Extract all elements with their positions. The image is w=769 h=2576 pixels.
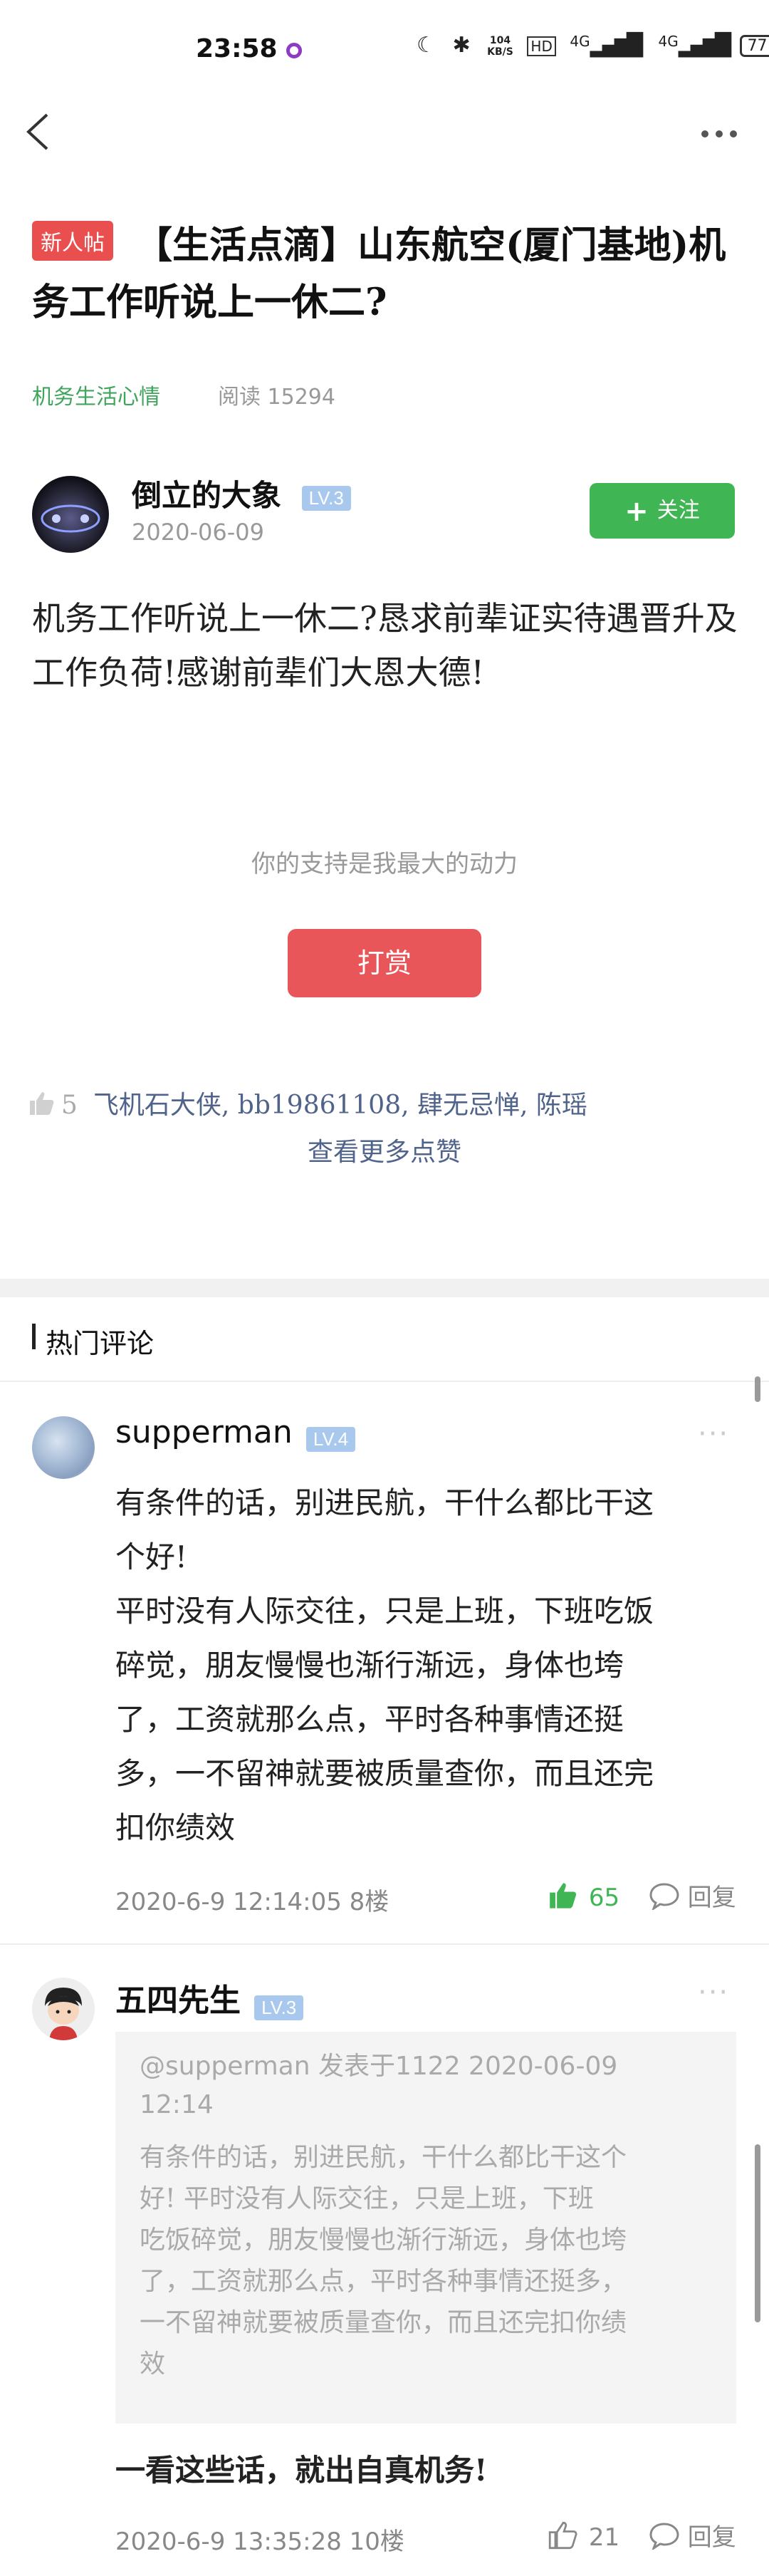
status-icons: ☾ ✱ 104 KB/S HD 4G▂▄▆█ 4G▂▄▆█ 77 [417, 33, 769, 58]
post-title: 【生活点滴】山东航空(厦门基地)机务工作听说上一休二? [32, 224, 726, 324]
author-name[interactable]: 倒立的大象 [132, 478, 281, 513]
scrollbar[interactable] [755, 2144, 760, 2322]
reply-label[interactable]: 回复 [688, 1884, 736, 1912]
hd-icon: HD [527, 36, 556, 56]
post-body: 机务工作听说上一休二?恳求前辈证实待遇晋升及工作负荷!感谢前辈们大恩大德! [32, 599, 738, 692]
divider [0, 1943, 769, 1945]
section-divider [0, 1279, 769, 1297]
thumb-up-icon[interactable] [28, 1091, 56, 1123]
back-arrow-icon[interactable] [20, 110, 63, 153]
section-title-bar [32, 1324, 36, 1349]
read-count: 阅读 15294 [218, 385, 335, 410]
comment-like-count: 65 [588, 1884, 620, 1912]
scrollbar[interactable] [755, 1376, 760, 1402]
author-name-row: 倒立的大象 LV.3 [132, 472, 351, 515]
comment-meta: 2020-6-9 12:14:05 8楼 [115, 1888, 389, 1916]
post-title-block: 【生活点滴】山东航空(厦门基地)机务工作听说上一休二? [32, 217, 737, 331]
divider [0, 1381, 769, 1382]
like-count: 5 [61, 1091, 78, 1120]
commenter-name[interactable]: supperman [115, 1414, 293, 1450]
comment-line: 个好! [115, 1539, 187, 1574]
likers-list[interactable]: 飞机石大侠, bb19861108, 肆无忌惮, 陈瑶 [93, 1091, 587, 1120]
reply-icon[interactable] [649, 1881, 680, 1916]
quote-line: 一不留神就要被质量查你，而且还完扣你绩 [140, 2308, 627, 2337]
support-text: 你的支持是我最大的动力 [251, 850, 518, 878]
comment-more-icon[interactable]: ··· [698, 1418, 729, 1450]
comment-line: 有条件的话，别进民航，干什么都比干这 [115, 1485, 654, 1520]
comment-like-count: 21 [588, 2523, 620, 2552]
quote-line: 好! 平时没有人际交往，只是上班，下班 [140, 2184, 594, 2213]
status-bar: 23:58 ☾ ✱ 104 KB/S HD 4G▂▄▆█ 4G▂▄▆█ 77 [0, 0, 769, 100]
more-dots-icon[interactable] [698, 120, 741, 148]
quote-line: 效 [140, 2349, 166, 2379]
battery-icon: 77 [739, 35, 769, 57]
author-level-badge: LV.3 [301, 485, 351, 511]
commenter-avatar[interactable] [32, 1978, 95, 2040]
commenter-level-badge: LV.3 [254, 1995, 304, 2020]
network-speed: 104 KB/S [487, 34, 513, 58]
comment-body: 有条件的话，别进民航，干什么都比干这 个好! 平时没有人际交往，只是上班，下班吃… [115, 1476, 742, 1855]
reply-icon[interactable] [649, 2521, 680, 2556]
post-date: 2020-06-09 [132, 519, 264, 546]
thumb-up-icon[interactable] [548, 2521, 578, 2556]
new-post-badge: 新人帖 [32, 221, 113, 261]
follow-button[interactable]: + 关注 [590, 483, 735, 539]
quote-line: 吃饭碎觉，朋友慢慢也渐行渐远，身体也垮 [140, 2226, 627, 2255]
reply-label[interactable]: 回复 [688, 2523, 736, 2552]
comment-line: 碎觉，朋友慢慢也渐行渐远，身体也垮 [115, 1648, 624, 1683]
quote-time-line: 12:14 [140, 2090, 214, 2119]
status-time: 23:58 [196, 34, 278, 63]
quote-body: 有条件的话，别进民航，干什么都比干这个 好! 平时没有人际交往，只是上班，下班 … [140, 2137, 723, 2385]
bluetooth-icon: ✱ [452, 33, 471, 58]
quote-header: @supperman 发表于1122 2020-06-09 12:14 [140, 2047, 617, 2124]
comment-header: 五四先生 LV.3 [115, 1975, 304, 2020]
comment-line: 扣你绩效 [115, 1810, 236, 1845]
signal-icon-2: 4G [658, 33, 679, 50]
comment-header: supperman LV.4 [115, 1414, 356, 1452]
likes-row: 5 飞机石大侠, bb19861108, 肆无忌惮, 陈瑶 [28, 1084, 587, 1123]
comment-line: 平时没有人际交往，只是上班，下班吃饭 [115, 1594, 654, 1629]
hot-comments-title: 热门评论 [46, 1328, 155, 1359]
plus-icon: + [624, 494, 649, 528]
comment-more-icon[interactable]: ··· [698, 1976, 729, 2009]
commenter-name[interactable]: 五四先生 [115, 1983, 241, 2019]
quote-line: 了，工资就那么点，平时各种事情还挺多， [140, 2267, 627, 2296]
more-likes-link[interactable]: 查看更多点赞 [0, 1131, 769, 1168]
commenter-avatar[interactable] [32, 1416, 95, 1479]
author-avatar[interactable] [32, 476, 109, 553]
signal-icon-1: 4G [570, 33, 590, 50]
comment-line: 了，工资就那么点，平时各种事情还挺 [115, 1702, 624, 1737]
quote-line: 有条件的话，别进民航，干什么都比干这个 [140, 2143, 627, 2172]
follow-label: 关注 [656, 498, 700, 523]
tip-button[interactable]: 打赏 [288, 929, 481, 997]
comment-body: 一看这些话，就出自真机务! [115, 2453, 488, 2488]
commenter-level-badge: LV.4 [305, 1427, 356, 1452]
comment-meta: 2020-6-9 13:35:28 10楼 [115, 2528, 404, 2556]
moon-icon: ☾ [417, 33, 436, 58]
comment-line: 多，一不留神就要被质量查你，而且还完 [115, 1756, 654, 1791]
post-category-link[interactable]: 机务生活心情 [32, 379, 160, 410]
recording-indicator-icon [286, 43, 302, 58]
comment-actions: 65 回复 [548, 1878, 736, 1916]
thumb-up-icon[interactable] [548, 1881, 578, 1916]
comment-actions: 21 回复 [548, 2518, 736, 2556]
quote-author-line: @supperman 发表于1122 2020-06-09 [140, 2052, 618, 2081]
